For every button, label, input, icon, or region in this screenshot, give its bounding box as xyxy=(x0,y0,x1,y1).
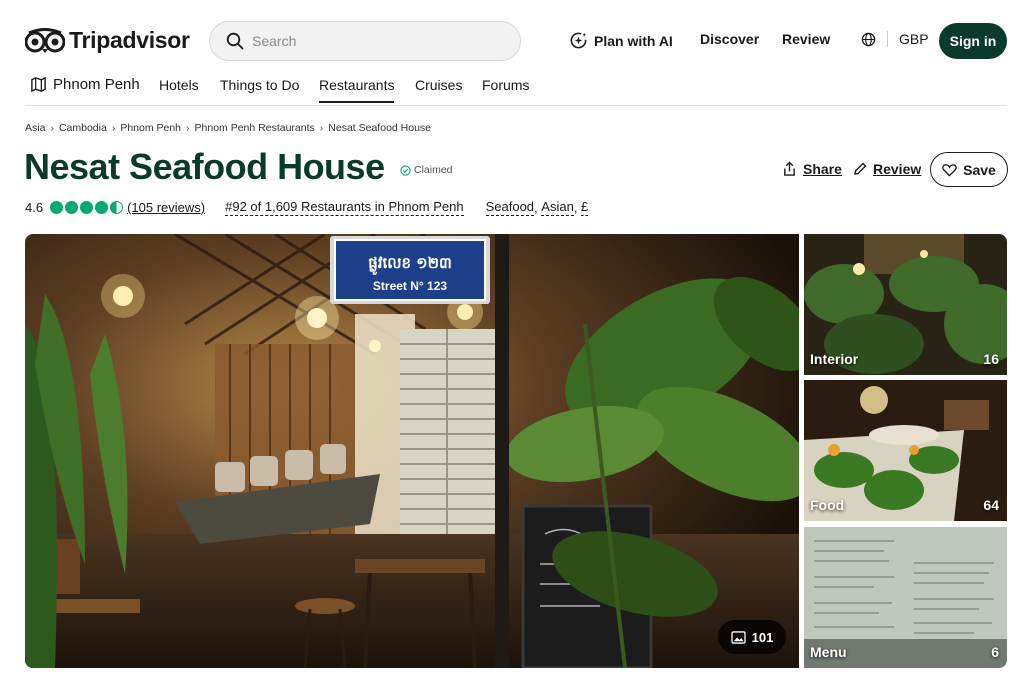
share-button[interactable]: Share xyxy=(782,161,842,177)
photo-category-count: 16 xyxy=(983,351,999,367)
search-input[interactable] xyxy=(252,33,502,49)
logo-text: Tripadvisor xyxy=(69,27,190,53)
tab-things-to-do[interactable]: Things to Do xyxy=(220,77,299,93)
all-photos-button[interactable]: 101 xyxy=(718,620,786,654)
street-sign-khmer: ផ្លូវលេខ ១២៣ xyxy=(368,254,452,275)
owl-logo-icon xyxy=(25,27,65,53)
photo-count: 101 xyxy=(751,629,774,645)
map-icon xyxy=(31,76,46,93)
bubble-full-icon xyxy=(80,201,94,214)
tab-forums[interactable]: Forums xyxy=(482,77,529,93)
tripadvisor-logo[interactable]: Tripadvisor xyxy=(25,27,190,54)
reviews-link[interactable]: (105 reviews) xyxy=(127,200,205,215)
claimed-badge[interactable]: Claimed xyxy=(400,164,453,176)
pencil-icon xyxy=(854,162,867,175)
comma: , xyxy=(534,200,542,215)
write-review-button[interactable]: Review xyxy=(853,161,921,177)
sub-navigation: Phnom Penh Hotels Things to Do Restauran… xyxy=(0,72,1024,106)
check-circle-icon xyxy=(400,164,411,176)
breadcrumb-current: Nesat Seafood House xyxy=(328,122,432,134)
photo-category-label: Interior xyxy=(810,351,859,367)
photo-food[interactable]: Food 64 xyxy=(804,380,1007,521)
review-label: Review xyxy=(782,31,831,47)
photo-category-count: 6 xyxy=(991,644,999,660)
breadcrumb-item[interactable]: Cambodia xyxy=(59,122,107,134)
location-link[interactable]: Phnom Penh xyxy=(30,76,140,93)
rating-bubbles xyxy=(50,201,124,214)
top-header: Tripadvisor Plan with AI Discover Review… xyxy=(0,0,1024,80)
review-label: Review xyxy=(873,161,922,177)
bubble-full-icon xyxy=(50,201,64,214)
photo-category-label: Menu xyxy=(810,644,847,660)
chevron-right-icon: › xyxy=(186,122,190,134)
claimed-label: Claimed xyxy=(414,164,453,176)
discover-link[interactable]: Discover xyxy=(700,31,759,47)
tab-hotels[interactable]: Hotels xyxy=(159,77,199,93)
breadcrumb-item[interactable]: Phnom Penh xyxy=(120,122,181,134)
location-label: Phnom Penh xyxy=(53,76,140,93)
image-icon xyxy=(730,630,746,644)
bubble-full-icon xyxy=(95,201,109,214)
search-icon xyxy=(226,32,244,50)
share-icon xyxy=(784,161,795,176)
photo-category-label: Food xyxy=(810,497,845,513)
save-button[interactable]: Save xyxy=(930,152,1008,187)
cuisine-link[interactable]: Seafood xyxy=(485,199,535,216)
breadcrumb-item[interactable]: Phnom Penh Restaurants xyxy=(195,122,315,134)
search-box[interactable] xyxy=(209,21,521,61)
plan-with-ai-link[interactable]: Plan with AI xyxy=(569,31,673,50)
chevron-right-icon: › xyxy=(111,122,116,134)
chevron-right-icon: › xyxy=(319,122,324,134)
tab-cruises[interactable]: Cruises xyxy=(415,77,462,93)
save-label: Save xyxy=(963,161,996,178)
page-title: Nesat Seafood House xyxy=(24,146,385,187)
currency-selector[interactable]: GBP xyxy=(861,31,929,47)
header-divider xyxy=(25,105,1007,106)
photo-interior[interactable]: Interior 16 xyxy=(804,234,1007,375)
comma: , xyxy=(573,200,582,215)
discover-label: Discover xyxy=(700,31,760,47)
chevron-right-icon: › xyxy=(50,122,54,134)
ranking-link[interactable]: #92 of 1,609 Restaurants in Phnom Penh xyxy=(225,199,464,216)
price-link[interactable]: £ xyxy=(581,199,589,216)
restaurant-exterior-photo: ផ្លូវលេខ ១២៣ Street N° 123 xyxy=(25,234,799,668)
ai-sparkle-icon xyxy=(570,32,587,49)
cuisine-link[interactable]: Asian xyxy=(541,199,574,216)
bubble-half-icon xyxy=(110,201,124,214)
plan-with-ai-label: Plan with AI xyxy=(594,32,673,49)
rating-row: 4.6 (105 reviews) #92 of 1,609 Restauran… xyxy=(25,199,589,216)
tab-restaurants[interactable]: Restaurants xyxy=(319,77,395,103)
photo-category-count: 64 xyxy=(983,497,999,513)
breadcrumb-item[interactable]: Asia xyxy=(25,122,45,134)
review-link[interactable]: Review xyxy=(782,31,830,47)
street-sign-text: Street N° 123 xyxy=(373,279,447,293)
bubble-full-icon xyxy=(65,201,79,214)
sign-in-button[interactable]: Sign in xyxy=(939,23,1007,59)
currency-label: GBP xyxy=(899,31,929,47)
photo-menu[interactable]: Menu 6 xyxy=(804,527,1007,668)
globe-icon xyxy=(861,32,876,46)
rating-value: 4.6 xyxy=(25,200,44,215)
share-label: Share xyxy=(803,161,842,177)
heart-icon xyxy=(942,163,957,177)
breadcrumb: Asia › Cambodia › Phnom Penh › Phnom Pen… xyxy=(25,122,431,134)
divider-bar xyxy=(887,31,888,47)
main-photo[interactable]: ផ្លូវលេខ ១២៣ Street N° 123 xyxy=(25,234,799,668)
